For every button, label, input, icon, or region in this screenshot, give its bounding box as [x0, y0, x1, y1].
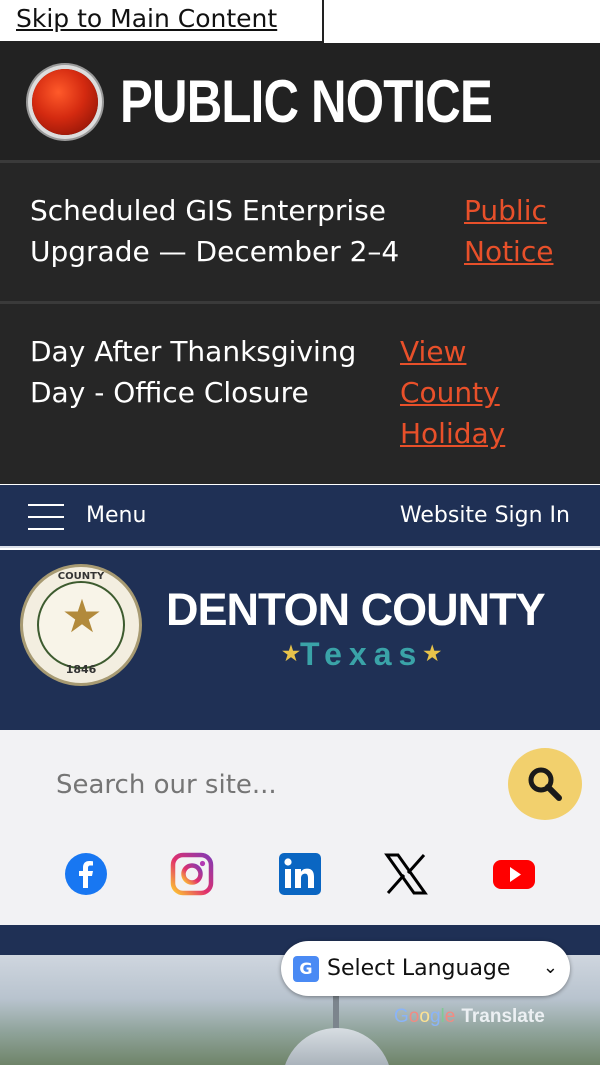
youtube-icon[interactable] — [492, 852, 536, 896]
alert-item: Day After Thanksgiving Day - Office Clos… — [0, 304, 600, 484]
menu-button[interactable]: Menu — [86, 503, 146, 528]
linkedin-icon[interactable] — [278, 852, 322, 896]
language-select[interactable]: G Select Language ⌄ — [281, 941, 570, 996]
google-logo-text: Google — [394, 1006, 456, 1027]
instagram-icon[interactable] — [170, 852, 214, 896]
alert-light-icon — [32, 68, 98, 135]
search-input[interactable] — [30, 762, 500, 808]
alert-text: Scheduled GIS Enterprise Upgrade — Decem… — [30, 194, 400, 268]
top-nav-bar: Menu Website Sign In — [0, 485, 600, 548]
language-select-value: Select Language — [327, 956, 511, 981]
search-icon — [528, 767, 562, 801]
facebook-icon[interactable] — [64, 852, 108, 896]
county-name[interactable]: DENTON COUNTY — [166, 584, 546, 636]
x-icon[interactable] — [384, 852, 428, 896]
alert-text: Day After Thanksgiving Day - Office Clos… — [30, 335, 357, 409]
view-county-holiday-link[interactable]: View County Holiday — [400, 304, 505, 484]
alert-item: Scheduled GIS Enterprise Upgrade — Decem… — [0, 163, 600, 301]
search-panel — [0, 730, 600, 925]
chevron-down-icon: ⌄ — [542, 957, 558, 978]
public-notice-header: PUBLIC NOTICE — [0, 43, 600, 160]
county-brand-header: COUNTY ★ 1846 DENTON COUNTY ★Texas★ — [0, 550, 600, 730]
google-translate-icon: G — [293, 955, 319, 982]
star-icon: ★ — [423, 643, 442, 665]
website-sign-in-link[interactable]: Website Sign In — [400, 503, 570, 528]
public-notice-title: PUBLIC NOTICE — [120, 68, 493, 135]
search-button[interactable] — [508, 748, 582, 820]
star-icon: ★ — [282, 643, 300, 665]
skip-to-main-link[interactable]: Skip to Main Content — [0, 0, 324, 43]
translate-label: Translate — [461, 1006, 545, 1027]
hamburger-menu-icon[interactable] — [28, 504, 64, 530]
county-seal-logo[interactable]: COUNTY ★ 1846 — [20, 564, 142, 686]
powered-by-google-translate[interactable]: Google Translate — [394, 1006, 545, 1028]
public-notice-link[interactable]: Public Notice — [464, 163, 553, 301]
state-name: ★Texas★ — [282, 636, 442, 672]
